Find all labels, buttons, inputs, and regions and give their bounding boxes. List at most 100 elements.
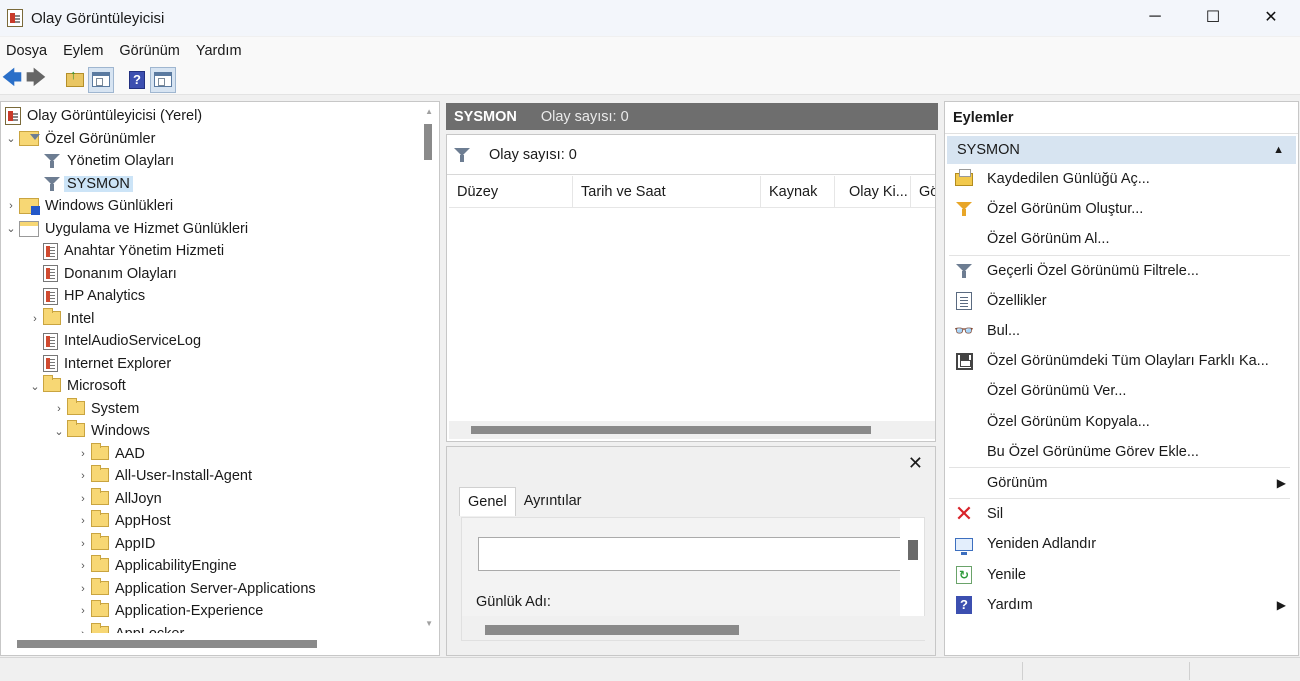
tree-item[interactable]: HP Analytics [1, 285, 417, 308]
log-icon [43, 355, 58, 373]
action-item[interactable]: ↻ Yenile [945, 559, 1298, 589]
menu-yardim[interactable]: Yardım [190, 43, 252, 59]
chevron-right-icon[interactable]: › [75, 605, 91, 617]
event-list-scroll-thumb[interactable] [471, 426, 871, 434]
show-hide-tree-button[interactable] [88, 66, 114, 93]
action-item[interactable]: Özellikler [945, 286, 1298, 316]
chevron-down-icon[interactable]: ⌄ [51, 425, 67, 438]
chevron-down-icon[interactable]: ⌄ [3, 132, 19, 145]
column-header-date-time[interactable]: Tarih ve Saat [573, 176, 761, 207]
tree-item-label: System [91, 400, 140, 417]
tree-vertical-scroll-thumb[interactable] [424, 124, 432, 160]
tree-item[interactable]: › All-User-Install-Agent [1, 465, 417, 488]
detail-tabs: Genel Ayrıntılar [459, 487, 589, 516]
tree-item-label: AAD [115, 445, 145, 462]
action-item[interactable]: 👓 Bul... [945, 316, 1298, 346]
action-item[interactable]: ✕ Sil [945, 499, 1298, 529]
close-icon[interactable]: ✕ [908, 453, 923, 474]
action-item-label: Özel Görünümü Ver... [987, 383, 1127, 400]
tree-item[interactable]: › Application Server-Applications [1, 577, 417, 601]
action-item[interactable]: Özel Görünüm Al... [945, 224, 1298, 254]
tree-item[interactable]: Olay Görüntüleyicisi (Yerel) [1, 105, 417, 128]
tree-item[interactable]: › Intel [1, 307, 417, 331]
chevron-right-icon[interactable]: › [75, 538, 91, 550]
action-item[interactable]: Geçerli Özel Görünümü Filtrele... [945, 256, 1298, 286]
tree-horizontal-scrollbar[interactable] [1, 633, 417, 655]
folder-icon [67, 420, 85, 438]
tree-item[interactable]: Yönetim Olayları [1, 150, 417, 173]
action-item[interactable]: Bu Özel Görünüme Görev Ekle... [945, 437, 1298, 467]
tree-item[interactable]: › ApplicabilityEngine [1, 555, 417, 578]
action-item[interactable]: Özel Görünüm Oluştur... [945, 194, 1298, 224]
collapse-arrow-icon[interactable]: ▲ [1273, 144, 1284, 156]
chevron-down-icon[interactable]: ⌄ [27, 380, 43, 393]
action-icon-placeholder [953, 473, 975, 493]
tree-item[interactable]: ⌄ Özel Görünümler [1, 128, 417, 151]
maximize-button[interactable]: ☐ [1184, 0, 1242, 34]
chevron-right-icon[interactable]: › [3, 200, 19, 212]
tree-item[interactable]: Anahtar Yönetim Hizmeti [1, 240, 417, 263]
detail-horizontal-scrollbar[interactable] [462, 616, 926, 640]
status-bar [0, 657, 1300, 681]
chevron-right-icon[interactable]: › [75, 515, 91, 527]
column-header-task[interactable]: Gö [911, 176, 935, 207]
help-button[interactable]: ? [124, 67, 150, 93]
tab-details[interactable]: Ayrıntılar [516, 487, 590, 516]
action-item-label: Bu Özel Görünüme Görev Ekle... [987, 443, 1199, 460]
show-hide-actions-button[interactable] [150, 66, 176, 93]
chevron-right-icon[interactable]: › [51, 403, 67, 415]
chevron-down-icon[interactable]: ⌄ [3, 222, 19, 235]
action-item[interactable]: Yeniden Adlandır [945, 529, 1298, 559]
scroll-down-icon[interactable]: ▼ [425, 619, 433, 628]
tree-item[interactable]: Donanım Olayları [1, 263, 417, 286]
menu-gorunum[interactable]: Görünüm [113, 43, 189, 59]
scroll-up-icon[interactable]: ▲ [425, 107, 433, 116]
tree-item[interactable]: › AllJoyn [1, 487, 417, 511]
detail-vertical-scroll-thumb[interactable] [908, 540, 918, 560]
chevron-right-icon[interactable]: › [75, 448, 91, 460]
forward-arrow-icon[interactable]: 🡆 [24, 67, 48, 93]
close-button[interactable]: ✕ [1242, 0, 1300, 34]
back-arrow-icon[interactable]: 🡄 [0, 67, 24, 93]
column-header-level[interactable]: Düzey [449, 176, 573, 207]
detail-vertical-scrollbar[interactable] [900, 518, 924, 618]
tree-item[interactable]: › Windows Günlükleri [1, 195, 417, 218]
action-item[interactable]: Görünüm ▶ [945, 468, 1298, 498]
tree-item[interactable]: ⌄ Uygulama ve Hizmet Günlükleri [1, 218, 417, 241]
tree-item[interactable]: ⌄ Microsoft [1, 375, 417, 398]
tree-item[interactable]: IntelAudioServiceLog [1, 330, 417, 353]
chevron-right-icon[interactable]: › [75, 470, 91, 482]
event-viewer-icon [7, 9, 23, 27]
chevron-right-icon[interactable]: › [75, 493, 91, 505]
action-item[interactable]: Özel Görünüm Kopyala... [945, 407, 1298, 437]
event-list-horizontal-scrollbar[interactable] [449, 421, 935, 439]
tree-item[interactable]: SYSMON [1, 173, 417, 196]
tree-item[interactable]: › AAD [1, 442, 417, 466]
tab-general[interactable]: Genel [459, 487, 516, 516]
tree-item[interactable]: › AppHost [1, 510, 417, 533]
action-icon-placeholder [953, 381, 975, 401]
action-item[interactable]: Özel Görünümdeki Tüm Olayları Farklı Ka.… [945, 346, 1298, 376]
folder-up-button[interactable] [62, 67, 88, 93]
chevron-right-icon[interactable]: › [27, 313, 43, 325]
menu-eylem[interactable]: Eylem [57, 43, 113, 59]
action-item[interactable]: Özel Görünümü Ver... [945, 376, 1298, 406]
tree-item[interactable]: ⌄ Windows [1, 420, 417, 443]
action-item[interactable]: ? Yardım ▶ [945, 590, 1298, 620]
column-header-source[interactable]: Kaynak [761, 176, 835, 207]
action-item[interactable]: Kaydedilen Günlüğü Aç... [945, 164, 1298, 194]
tree-vertical-scrollbar[interactable]: ▲ ▼ [417, 102, 439, 634]
tree-item[interactable]: › System [1, 397, 417, 421]
tree-horizontal-scroll-thumb[interactable] [17, 640, 317, 648]
event-description-field[interactable] [478, 537, 902, 571]
tree-item[interactable]: › AppID [1, 532, 417, 556]
chevron-right-icon[interactable]: › [75, 583, 91, 595]
tree-item[interactable]: › Application-Experience [1, 600, 417, 623]
actions-group-header[interactable]: SYSMON ▲ [947, 136, 1296, 164]
chevron-right-icon[interactable]: › [75, 560, 91, 572]
detail-horizontal-scroll-thumb[interactable] [485, 625, 739, 635]
minimize-button[interactable]: ─ [1126, 0, 1184, 34]
menu-dosya[interactable]: Dosya [0, 43, 57, 59]
column-header-event-id[interactable]: Olay Ki... [835, 176, 911, 207]
tree-item[interactable]: Internet Explorer [1, 353, 417, 376]
